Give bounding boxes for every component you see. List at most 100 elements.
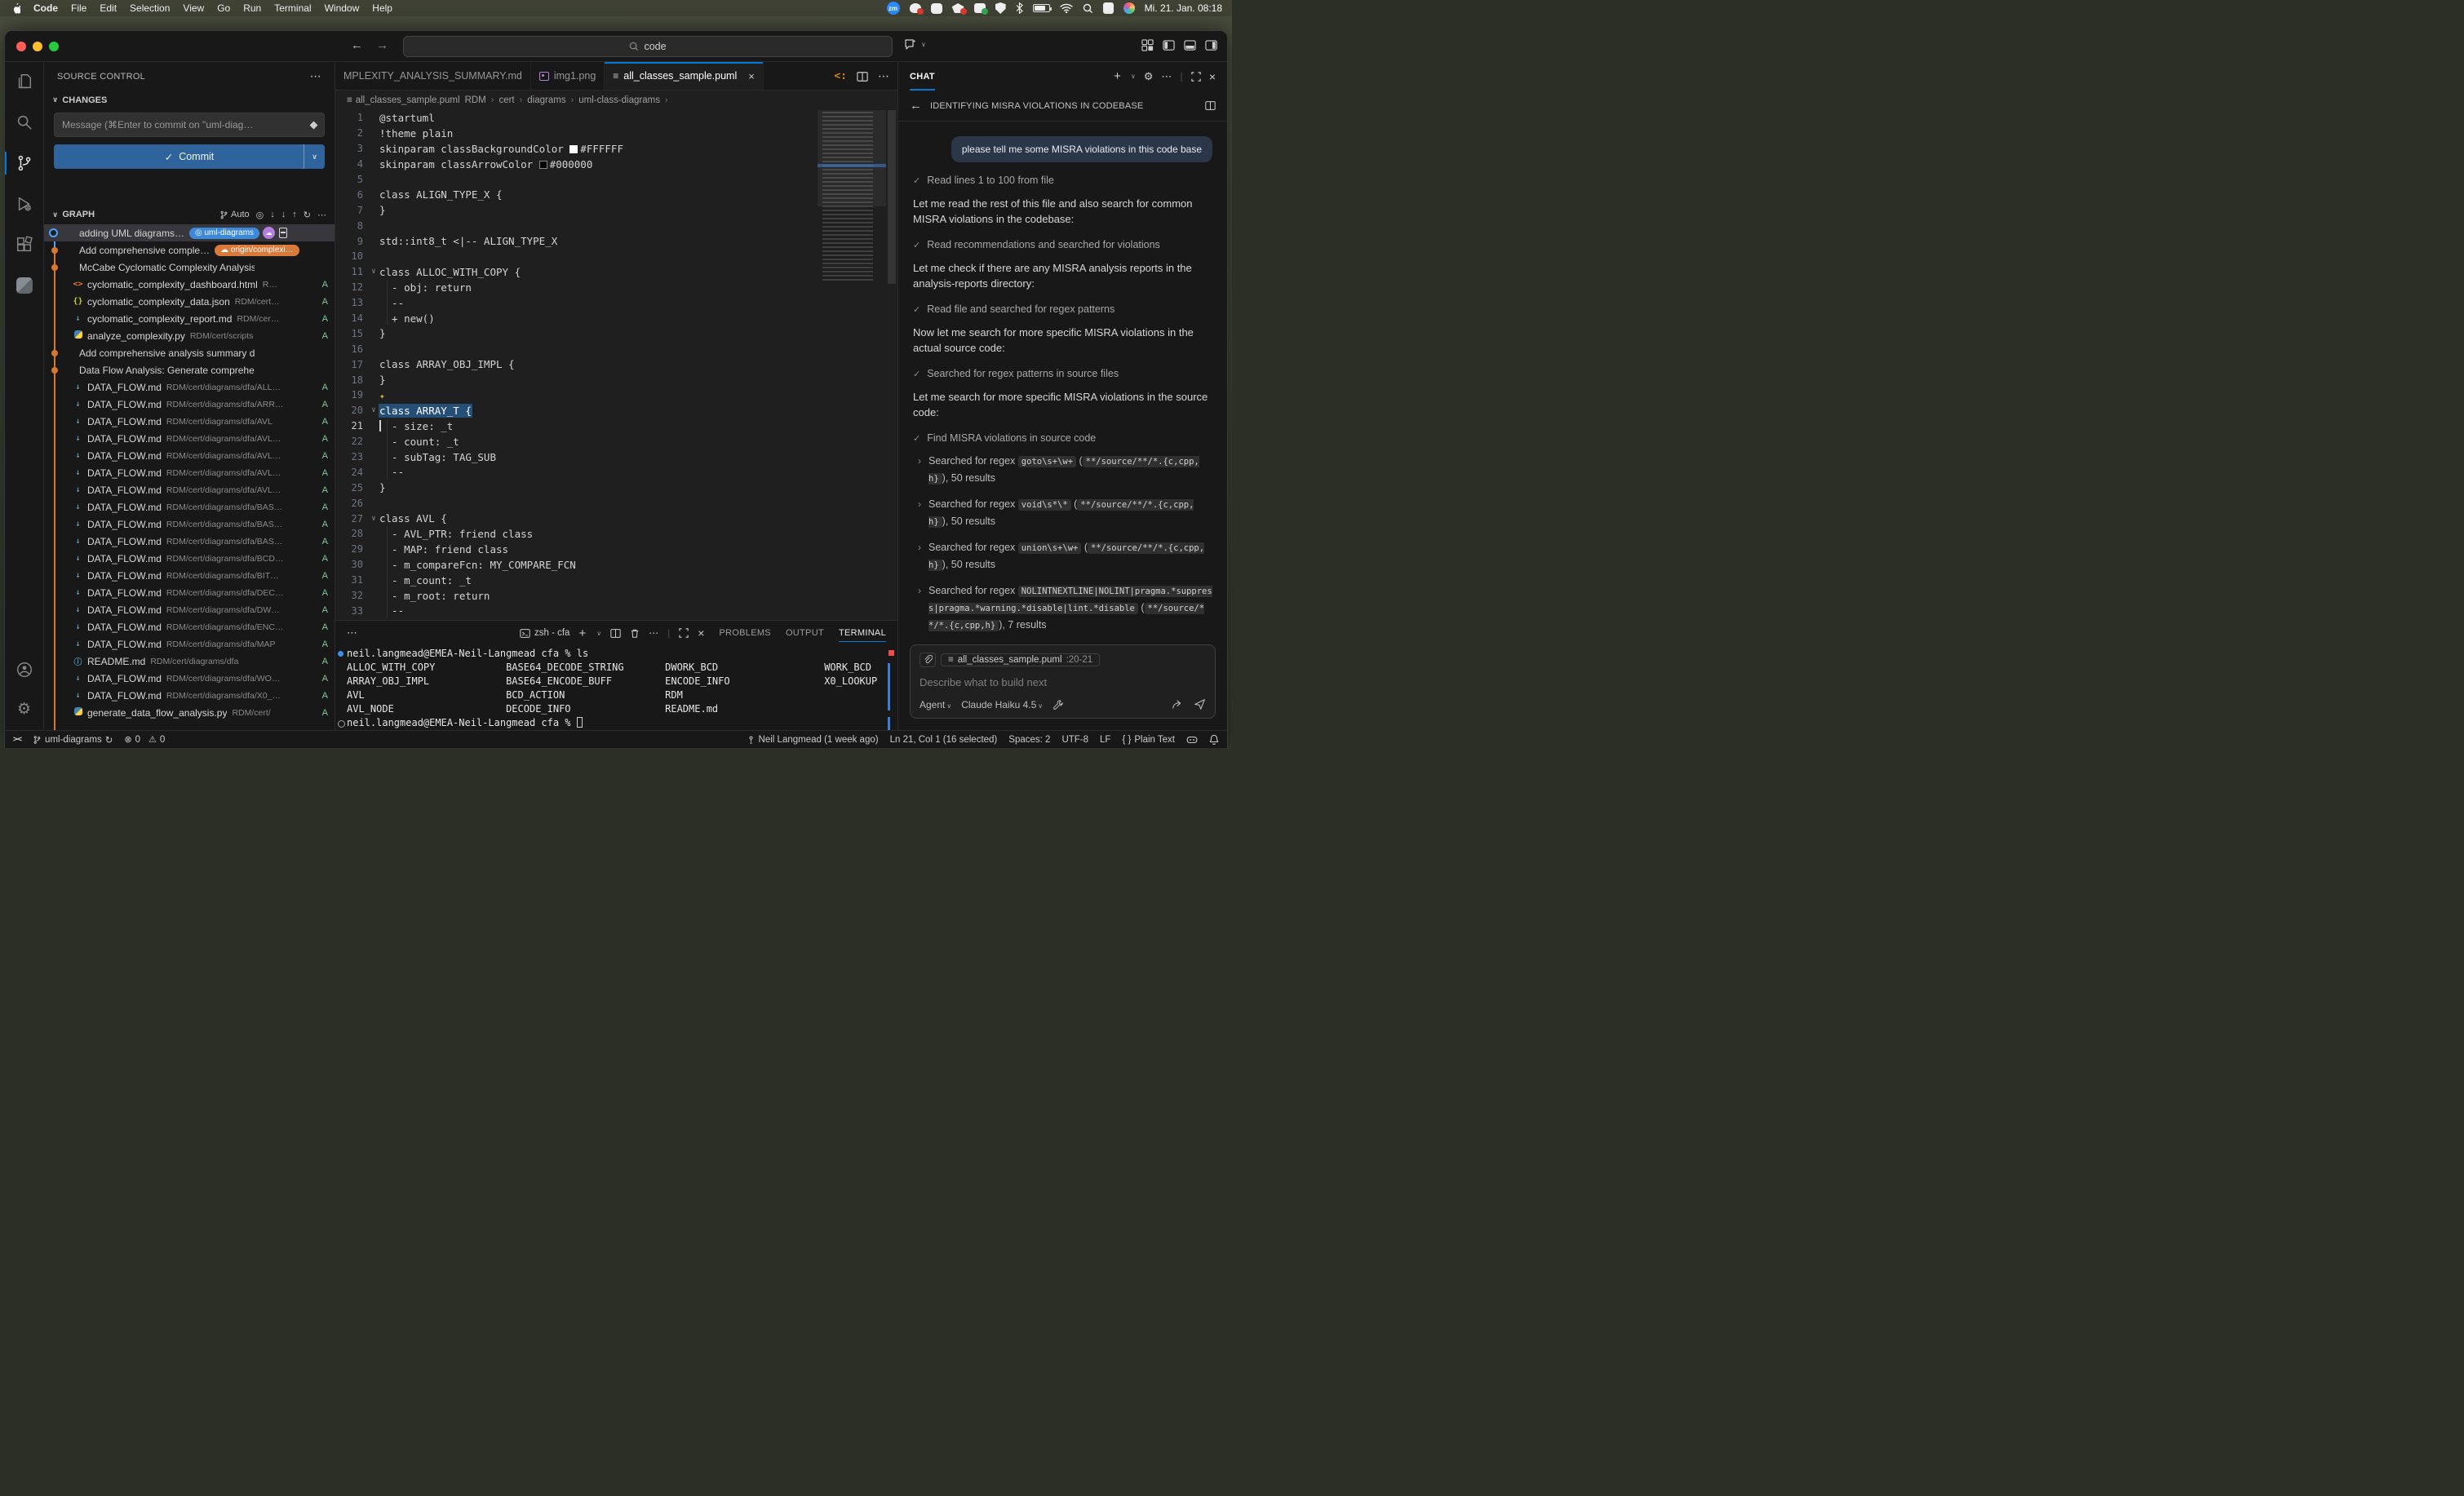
wifi-icon[interactable] [1060,3,1073,13]
graph-row[interactable]: Data Flow Analysis: Generate comprehensi… [44,361,335,378]
code-line[interactable]: 5 [335,172,816,188]
menu-window[interactable]: Window [325,2,360,14]
problems-indicator[interactable]: ⊗0 ⚠0 [124,734,165,745]
code-line[interactable]: 4 skinparam classArrowColor #000000 [335,157,816,172]
panel-tab[interactable]: PROBLEMS [719,621,771,645]
chat-back-icon[interactable]: ← [910,99,922,113]
maximize-chat-icon[interactable] [1191,72,1201,82]
menu-selection[interactable]: Selection [130,2,170,14]
minimize-window-button[interactable] [33,42,42,51]
chat-input-placeholder[interactable]: Describe what to build next [920,676,1206,688]
graph-row[interactable]: ↓ DATA_FLOW.md ☁ RDM/cert/diagrams/dfa/A… [44,430,335,447]
menu-terminal[interactable]: Terminal [274,2,311,14]
commit-message-input[interactable]: Message (⌘Enter to commit on "uml-diag… [54,113,325,137]
commit-dropdown[interactable]: ∨ [304,144,325,169]
more-actions-icon[interactable]: ⋯ [317,210,326,220]
code-line[interactable]: 12 - obj: return [335,280,816,295]
spotlight-search-icon[interactable] [1083,3,1093,14]
graph-row[interactable]: ↓ DATA_FLOW.md ☁ RDM/cert/diagrams/dfa/X… [44,687,335,704]
sparkle-icon[interactable] [310,121,318,129]
zoom-app-icon[interactable]: zm [887,2,900,15]
remote-indicator[interactable]: >< [13,735,21,744]
nav-forward-button[interactable]: → [376,38,388,52]
shield-icon[interactable] [995,2,1006,14]
toggle-primary-sidebar-icon[interactable] [1163,39,1175,51]
apple-logo-icon[interactable] [10,2,20,15]
open-in-editor-icon[interactable] [1205,100,1216,111]
more-actions-icon[interactable]: ⋯ [649,627,658,639]
eol-sequence[interactable]: LF [1100,735,1110,745]
extensions-icon[interactable] [11,232,38,258]
source-control-icon[interactable] [11,150,38,176]
menu-go[interactable]: Go [217,2,230,14]
expand-chevron-icon[interactable]: › [918,498,921,530]
code-line[interactable]: 6 class ALIGN_TYPE_X { [335,187,816,202]
terminal-shell-label[interactable]: zsh - cfa [520,628,569,639]
accounts-icon[interactable] [11,657,38,683]
code-line[interactable]: 26 [335,495,816,511]
code-editor[interactable]: 1 @startuml 2 !theme plain [335,110,897,620]
code-line[interactable]: 18 } [335,372,816,387]
code-line[interactable]: 11 ∨ class ALLOC_WITH_COPY { [335,264,816,280]
terminal-output[interactable]: neil.langmead@EMEA-Neil-Langmead cfa % l… [335,645,897,730]
fold-chevron-icon[interactable]: ∨ [368,268,379,276]
search-result-row[interactable]: ›Searched for regex void\s*\* (**/source… [913,496,1212,530]
code-line[interactable]: 19 ✦ [335,387,816,403]
chevron-down-icon[interactable]: ∨ [596,630,601,637]
code-line[interactable]: 32 - m_root: return [335,588,816,604]
menu-edit[interactable]: Edit [100,2,117,14]
attach-context-button[interactable] [920,653,936,667]
menu-run[interactable]: Run [243,2,261,14]
code-line[interactable]: 33 -- [335,604,816,619]
code-line[interactable]: 16 [335,341,816,356]
code-line[interactable]: 2 !theme plain [335,126,816,141]
status-app-icon-teams[interactable] [974,3,986,13]
graph-row[interactable]: ↓ cyclomatic_complexity_report.md ☁ RDM/… [44,310,335,327]
menu-code[interactable]: Code [33,2,58,14]
code-line[interactable]: 8 [335,218,816,233]
breadcrumb-item[interactable]: uml-class-diagrams [578,95,660,105]
tool-result-row[interactable]: ✓Read lines 1 to 100 from file [913,175,1212,186]
graph-row[interactable]: ↓ DATA_FLOW.md ☁ RDM/cert/diagrams/dfa/D… [44,584,335,601]
tool-result-row[interactable]: ✓Searched for regex patterns in source f… [913,368,1212,379]
menu-help[interactable]: Help [372,2,392,14]
tools-icon[interactable] [1053,699,1064,710]
terminal-scrollbar[interactable] [888,663,890,710]
new-chat-icon[interactable]: + [1114,69,1121,83]
code-line[interactable]: 17 class ARRAY_OBJ_IMPL { [335,356,816,372]
code-line[interactable]: 7 } [335,202,816,218]
run-debug-icon[interactable] [11,191,38,217]
graph-row[interactable]: ↓ DATA_FLOW.md ☁ RDM/cert/diagrams/dfa/D… [44,601,335,618]
plantuml-preview-icon[interactable]: <: [834,70,847,82]
nav-back-button[interactable]: ← [351,38,363,52]
panel-tab[interactable]: TERMINAL [839,621,886,645]
graph-row[interactable]: ⓘ README.md ☁ RDM/cert/diagrams/dfa A [44,653,335,670]
code-line[interactable]: 20 ∨ class ARRAY_T { [335,403,816,418]
close-chat-icon[interactable]: × [1209,70,1216,83]
branch-indicator[interactable]: uml-diagrams ↻ [33,734,113,746]
breadcrumb-item[interactable]: diagrams [527,95,565,105]
chat-mode-selector[interactable]: Agent∨ [920,699,951,710]
attached-file-pill[interactable]: ≡ all_classes_sample.puml:20-21 [941,653,1100,666]
split-editor-icon[interactable] [857,71,868,82]
graph-row[interactable]: ↓ DATA_FLOW.md ☁ RDM/cert/diagrams/dfa/E… [44,618,335,635]
python-extension-icon[interactable] [11,272,38,299]
graph-scope-icon[interactable]: ◎ [256,210,264,220]
close-panel-icon[interactable]: × [698,626,704,640]
code-line[interactable]: 14 + new() [335,311,816,326]
editor-scrollbar[interactable] [886,110,897,620]
breadcrumb-file[interactable]: ≡ all_classes_sample.puml [347,95,460,105]
close-tab-icon[interactable]: × [748,70,755,82]
code-line[interactable]: 28 - AVL_PTR: friend class [335,526,816,542]
graph-row[interactable]: ↓ DATA_FLOW.md ☁ RDM/cert/diagrams/dfa/M… [44,635,335,653]
graph-row[interactable]: ↓ DATA_FLOW.md ☁ RDM/cert/diagrams/dfa/W… [44,670,335,687]
fold-chevron-icon[interactable]: ∨ [368,515,379,523]
graph-row[interactable]: ↓ DATA_FLOW.md ☁ RDM/cert/diagrams/dfa/A… [44,378,335,396]
copilot-status-icon[interactable] [1186,735,1198,745]
expand-chevron-icon[interactable]: › [918,455,921,487]
settings-gear-icon[interactable]: ⚙ [1144,70,1154,83]
minimap-slider[interactable] [818,110,886,206]
graph-auto-toggle[interactable]: Auto [219,210,250,219]
pull-icon[interactable]: ↓ [281,210,286,219]
cursor-position[interactable]: Ln 21, Col 1 (16 selected) [890,735,998,745]
